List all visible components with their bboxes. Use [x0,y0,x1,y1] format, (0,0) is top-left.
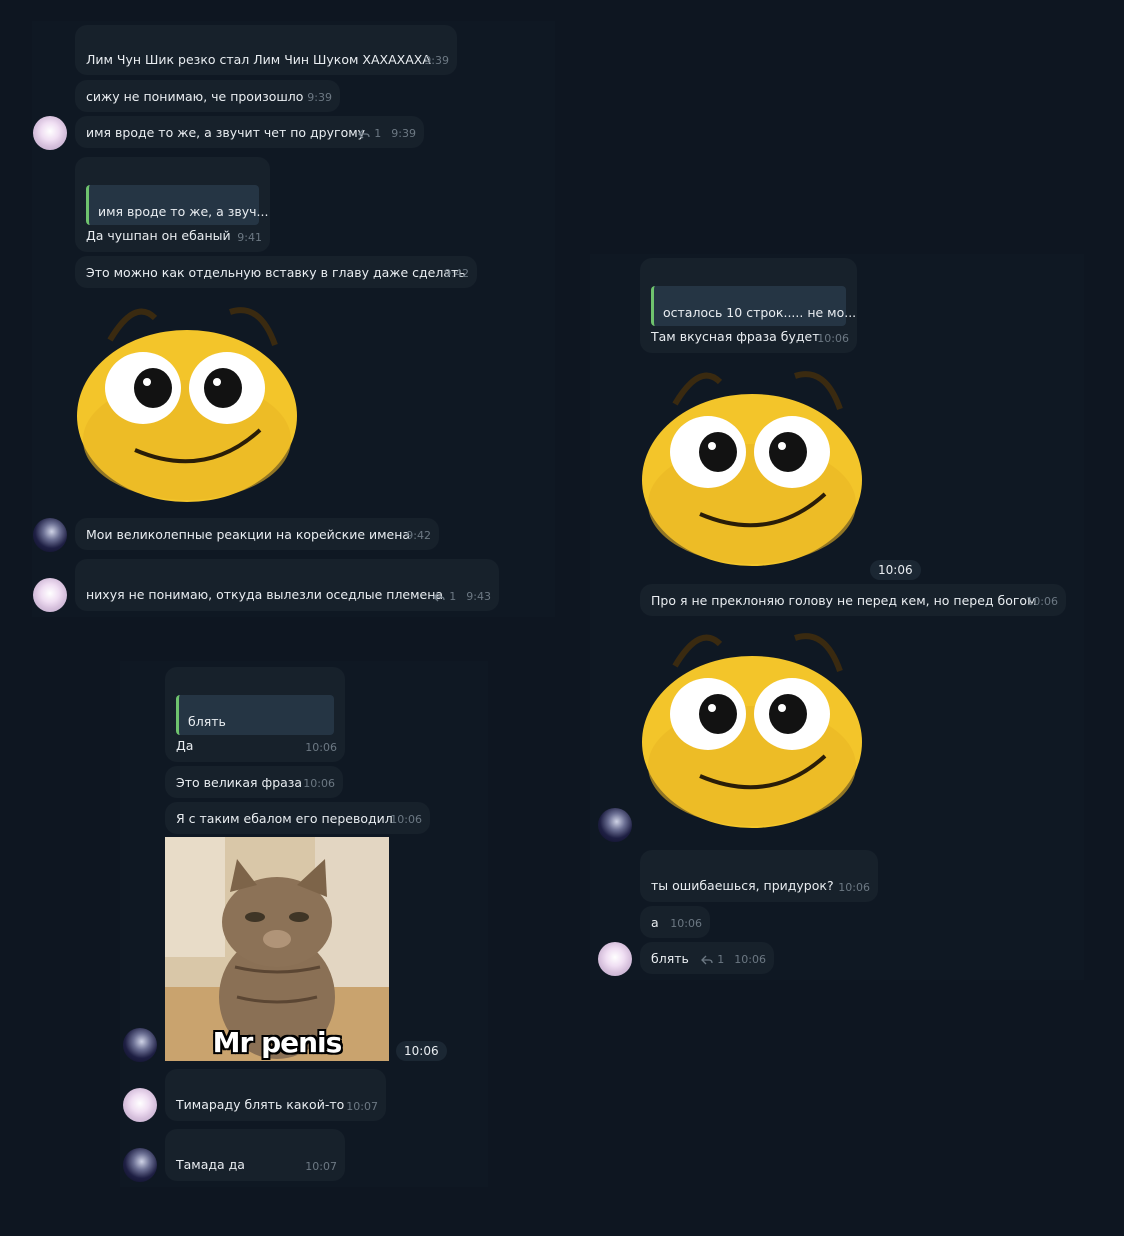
message-time: 10:06 [303,777,335,790]
reply-icon[interactable] [433,592,445,602]
message-bubble[interactable]: а 10:06 [640,906,710,938]
message-bubble[interactable]: Про я не преклоняю голову не перед кем, … [640,584,1066,616]
message-time: 10:06 [670,917,702,930]
message-text: а [651,915,659,930]
message-text: сижу не понимаю, че произошло [86,89,304,104]
smiley-sticker[interactable] [640,626,864,831]
avatar[interactable] [33,518,67,552]
message-text: Там вкусная фраза будет [651,329,820,344]
message-time: 9:43 [466,590,491,603]
smiley-sticker[interactable] [640,364,864,569]
meme-caption: Mr penis [212,1026,343,1059]
message-bubble[interactable]: Это можно как отдельную вставку в главу … [75,256,477,288]
message-bubble[interactable]: Мои великолепные реакции на корейские им… [75,518,439,550]
reply-quote[interactable]: блять [176,695,334,735]
message-bubble[interactable]: Тамада да 10:07 [165,1129,345,1181]
avatar[interactable] [598,808,632,842]
message-time: 9:41 [237,231,262,244]
avatar[interactable] [123,1028,157,1062]
message-bubble[interactable]: Тимараду блять какой-то 10:07 [165,1069,386,1121]
message-bubble[interactable]: Я с таким ебалом его переводил 10:06 [165,802,430,834]
message-text: Я с таким ебалом его переводил [176,811,393,826]
smiley-sticker[interactable] [75,300,299,505]
reply-icon[interactable] [701,955,713,965]
message-text: нихуя не понимаю, откуда вылезли оседлые… [86,587,444,602]
message-bubble[interactable]: ты ошибаешься, придурок? 10:06 [640,850,878,902]
message-time: 10:06 [390,813,422,826]
reply-count[interactable]: 1 [449,589,456,605]
message-time: 10:07 [305,1160,337,1173]
reply-count[interactable]: 1 [717,952,724,968]
message-time: 10:06 [305,741,337,754]
message-bubble[interactable]: Лим Чун Шик резко стал Лим Чин Шуком ХАХ… [75,25,457,75]
sticker-time: 10:06 [870,560,921,580]
message-text: Да чушпан он ебаный [86,228,231,243]
avatar[interactable] [598,942,632,976]
message-bubble[interactable]: имя вроде то же, а звучит чет по другому… [75,116,424,148]
message-text: Это великая фраза [176,775,303,790]
quote-text: блять [188,714,226,729]
quote-text: осталось 10 строк..... не мо... [663,305,857,320]
quote-text: имя вроде то же, а звуч... [98,204,269,219]
message-bubble[interactable]: Это великая фраза 10:06 [165,766,343,798]
reply-quote[interactable]: имя вроде то же, а звуч... [86,185,268,225]
message-bubble[interactable]: нихуя не понимаю, откуда вылезли оседлые… [75,559,499,611]
message-text: Тамада да [176,1157,245,1172]
message-time: 10:06 [838,881,870,894]
message-text: ты ошибаешься, придурок? [651,878,834,893]
message-text: Мои великолепные реакции на корейские им… [86,527,411,542]
cat-meme-image[interactable]: Mr penis [165,837,389,1061]
message-text: Да [176,738,194,753]
message-bubble[interactable]: осталось 10 строк..... не мо... Там вкус… [640,258,857,353]
message-time: 9:39 [391,127,416,140]
message-text: блять [651,951,689,966]
message-text: Про я не преклоняю голову не перед кем, … [651,593,1037,608]
reply-count[interactable]: 1 [374,126,381,142]
message-text: Тимараду блять какой-то [176,1097,345,1112]
message-time: 10:06 [734,953,766,966]
avatar[interactable] [33,578,67,612]
avatar[interactable] [123,1148,157,1182]
message-bubble[interactable]: блять 1 10:06 [640,942,774,974]
message-time: 9:39 [424,54,449,67]
reply-quote[interactable]: осталось 10 строк..... не мо... [651,286,856,326]
message-bubble[interactable]: имя вроде то же, а звуч... Да чушпан он … [75,157,270,252]
message-time: 10:06 [817,332,849,345]
message-bubble[interactable]: блять Да 10:06 [165,667,345,762]
avatar[interactable] [33,116,67,150]
message-text: имя вроде то же, а звучит чет по другому [86,125,366,140]
message-time: 9:42 [406,529,431,542]
message-bubble[interactable]: сижу не понимаю, че произошло 9:39 [75,80,340,112]
image-time: 10:06 [396,1041,447,1061]
message-time: 10:06 [1026,595,1058,608]
message-text: Лим Чун Шик резко стал Лим Чин Шуком ХАХ… [86,52,431,67]
message-time: 10:07 [346,1100,378,1113]
avatar[interactable] [123,1088,157,1122]
reply-icon[interactable] [358,129,370,139]
message-text: Это можно как отдельную вставку в главу … [86,265,466,280]
message-time: 9:42 [444,267,469,280]
message-time: 9:39 [307,91,332,104]
